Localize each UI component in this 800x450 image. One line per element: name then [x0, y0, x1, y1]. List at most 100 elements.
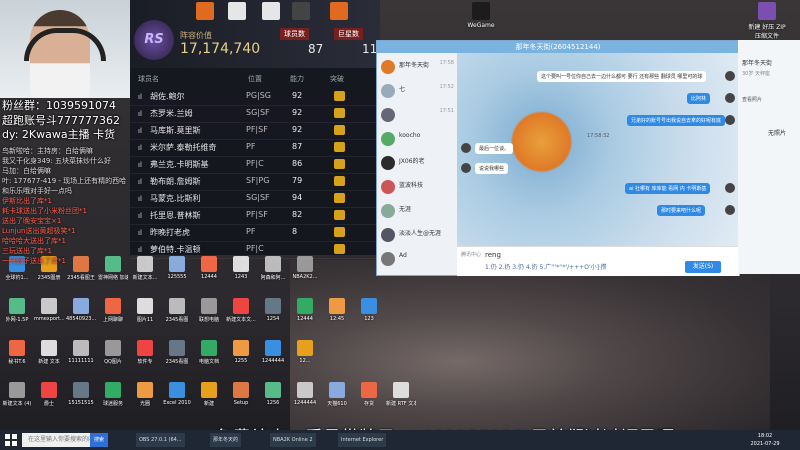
desktop-file-label: 新建文本文... [226, 317, 256, 323]
file-icon [105, 256, 121, 272]
desktop-icon[interactable] [218, 2, 256, 22]
desktop-file-icon[interactable]: 12... [290, 340, 320, 364]
windows-start-icon[interactable] [4, 433, 18, 447]
taskbar-search-button[interactable]: 搜索 [90, 433, 108, 447]
message-input[interactable]: reng [485, 251, 501, 259]
desktop-file-icon[interactable]: NBA2K2... [290, 256, 320, 280]
player-row[interactable]: ıl 弗兰克.卡明斯基 PF|C 86 [130, 156, 380, 174]
desktop-file-icon[interactable]: 外网-1.5P [2, 298, 32, 323]
desktop-file-icon[interactable]: 存货 [354, 382, 384, 407]
desktop-file-icon[interactable]: 12:45 [322, 298, 352, 322]
player-row[interactable]: ıl 杰罗米.兰姆 SG|SF 92 [130, 105, 380, 123]
desktop-file-icon[interactable]: 上网聊聊 [98, 298, 128, 323]
desktop-file-icon[interactable]: mmexport... [34, 298, 64, 322]
qq-chat-window[interactable]: 那年冬天街(2604512144) 那年冬天街 17:58 七 17:52 17:51 k… [376, 40, 740, 276]
desktop-file-icon[interactable]: 阿森和阿... [258, 256, 288, 281]
desktop-file-icon[interactable]: 新建 [194, 382, 224, 407]
qq-contact-item[interactable]: 淡淡人生@无涯 [377, 225, 457, 247]
player-row[interactable]: ıl 昨晚打老虎 PF 8 [130, 224, 380, 242]
file-icon [265, 298, 281, 314]
desktop-icon[interactable] [320, 2, 358, 22]
app-icon [472, 2, 490, 20]
star-count-tag: 巨星数 [334, 28, 363, 40]
taskbar-app-obs[interactable]: OBS 27.0.1 (64... [136, 433, 185, 447]
desktop-file-icon[interactable]: 联想电脑 [194, 298, 224, 323]
desktop-file-icon[interactable]: 新建文本 (4) [2, 382, 32, 407]
desktop-file-icon[interactable]: 秘书T.6 [2, 340, 32, 365]
desktop-file-icon[interactable]: 11111111 [66, 340, 96, 364]
desktop-file-icon[interactable]: Setup [226, 382, 256, 406]
qq-contact-item[interactable]: 无涯 [377, 201, 457, 223]
ime-candidates[interactable]: 1.仍 2.扔 3.仍 4.扔 5.广'''*''*'/+++O'小}攒 [485, 262, 606, 271]
qq-contact-item[interactable]: JX06的老 [377, 153, 457, 175]
qq-contact-item[interactable]: 七 17:52 [377, 81, 457, 103]
desktop-file-icon[interactable]: 1255 [226, 340, 256, 364]
desktop-file-icon[interactable]: 1256 [258, 382, 288, 406]
player-row[interactable]: ıl 萝伯特.卡温顿 PF|C [130, 241, 380, 259]
desktop-file-icon[interactable]: 125555 [162, 256, 192, 280]
app-icon [292, 2, 310, 20]
desktop-file-icon[interactable]: 新建文本文... [226, 298, 256, 323]
desktop-file-icon[interactable]: Excel 2010 [162, 382, 192, 406]
desktop-icon[interactable]: WeGame [462, 2, 500, 29]
desktop-file-icon[interactable]: 2345看图王 [66, 256, 96, 281]
qq-contact-item[interactable]: 蓝波科技 [377, 177, 457, 199]
desktop-file-icon[interactable]: 图片11 [130, 298, 160, 323]
player-row[interactable]: ıl 马库斯.莫里斯 PF|SF 92 [130, 122, 380, 140]
desktop-file-icon[interactable]: 爵士 [34, 382, 64, 407]
qq-contact-item[interactable]: koocho [377, 129, 457, 151]
player-row[interactable]: ıl 托里恩.普林斯 PF|SF 82 [130, 207, 380, 225]
desktop-file-icon[interactable]: 12444 [194, 256, 224, 280]
desktop-file-icon[interactable]: 1243 [226, 256, 256, 280]
taskbar-app-qq[interactable]: 那年冬天的 [210, 433, 242, 447]
desktop-file-icon[interactable]: 2345看图 [162, 340, 192, 365]
desktop-file-icon[interactable]: 1244444 [258, 340, 288, 364]
desktop-file-label: 上网聊聊 [102, 317, 123, 323]
rating-bars-icon: ıl [138, 195, 142, 203]
desktop-file-icon[interactable]: 2345看图 [162, 298, 192, 323]
player-row[interactable]: ıl 勒布朗.詹姆斯 SF|PG 79 [130, 173, 380, 191]
desktop-file-icon[interactable]: 48540923... [66, 298, 96, 322]
qq-contact-item[interactable]: Ad [377, 249, 457, 271]
taskbar-app-ie[interactable]: Internet Explorer [338, 433, 387, 447]
desktop-file-icon[interactable]: 新建 RTF 文本 [386, 382, 416, 407]
contact-time: 17:52 [439, 84, 454, 90]
rating-bars-icon: ıl [138, 110, 142, 118]
player-row[interactable]: ıl 米尔萨.泰勒托维奇 PF 87 [130, 139, 380, 157]
file-icon [169, 340, 185, 356]
taskbar-clock[interactable]: 18:02 2021-07-29 [740, 432, 790, 448]
file-icon [233, 298, 249, 314]
desktop-file-icon[interactable]: 球迷服务 [98, 382, 128, 407]
desktop-file-label: 软件专 [137, 359, 153, 365]
desktop-file-icon[interactable]: 15151515 [66, 382, 96, 406]
player-row[interactable]: ıl 马蒙克.比斯利 SG|SF 94 [130, 190, 380, 208]
qq-contact-item[interactable]: 那年冬天街 17:58 [377, 57, 457, 79]
fans-group-text: 粉丝群：1039591074 [2, 99, 116, 112]
player-row[interactable]: ıl 胡佐.鲍尔 PG|SG 92 [130, 88, 380, 106]
desktop-icon[interactable] [282, 2, 320, 22]
desktop-file-icon[interactable]: 光圈 [130, 382, 160, 407]
desktop-file-icon[interactable]: 天猫610 [322, 382, 352, 407]
desktop-file-icon[interactable]: 雷神网络 加速器 [98, 256, 128, 281]
desktop-file-icon[interactable]: 12444 [290, 298, 320, 322]
desktop-file-label: 2345看图 [165, 359, 189, 365]
qq-contact-item[interactable]: 17:51 [377, 105, 457, 127]
file-icon [297, 298, 313, 314]
qq-input-area[interactable]: 腾讯中心 reng 1.仍 2.扔 3.仍 4.扔 5.广'''*''*'/++… [457, 246, 739, 276]
desktop-file-icon[interactable]: 新建文本... [130, 256, 160, 281]
chat-message: 鸟新啦哈：主持房：白给俩嘛 [2, 147, 93, 155]
desktop-file-icon[interactable]: 电脑文档 [194, 340, 224, 365]
desktop-file-icon[interactable]: 软件专 [130, 340, 160, 365]
desktop-file-icon[interactable]: 1244444 [290, 382, 320, 406]
desktop-file-icon[interactable]: 新建 文本 [34, 340, 64, 365]
desktop-file-icon[interactable]: QQ图片 [98, 340, 128, 365]
profile-photos-label: 查看照片 [742, 97, 763, 103]
message-outgoing: ai 社哪有 库库能 看网 内 卡明斯基 [625, 183, 711, 194]
desktop-file-label: 外网-1.5P [5, 317, 29, 323]
desktop-file-icon[interactable]: 123 [354, 298, 384, 322]
taskbar-app-nba2k[interactable]: NBA2K Online 2 [270, 433, 316, 447]
player-name: 弗兰克.卡明斯基 [150, 160, 209, 169]
send-button[interactable]: 发送(S) [685, 261, 721, 273]
desktop-icon[interactable]: 新建 好压 ZIP 压缩文件 [748, 2, 786, 40]
desktop-file-icon[interactable]: 1254 [258, 298, 288, 322]
